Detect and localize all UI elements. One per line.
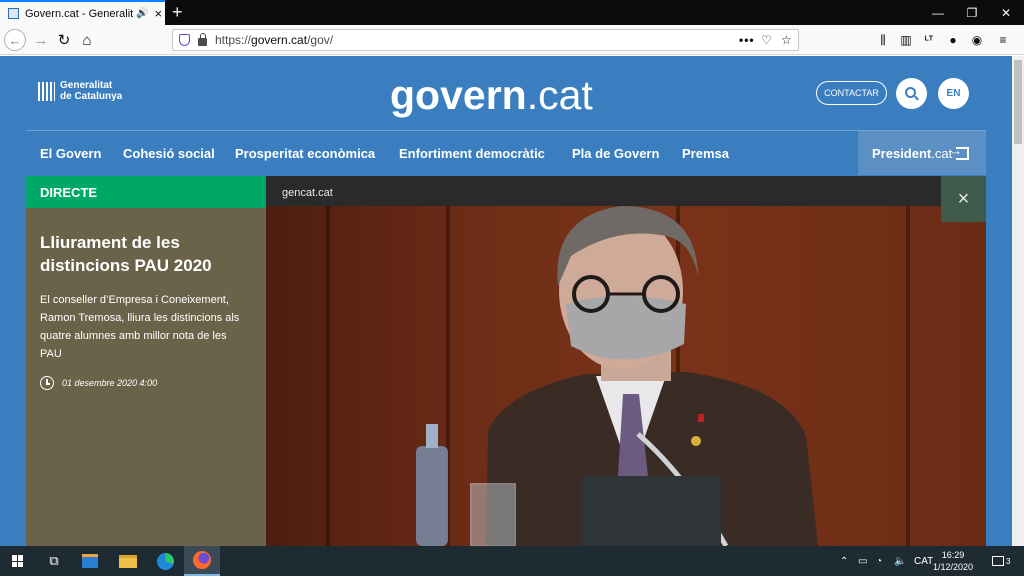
windows-logo-icon xyxy=(12,555,24,567)
chevron-up-icon: ⌃ xyxy=(840,555,849,567)
sidebar-icon[interactable]: ▥ xyxy=(895,29,917,51)
main-navigation: El Govern Cohesió social Prosperitat eco… xyxy=(26,130,986,175)
close-video-button[interactable]: × xyxy=(941,176,986,222)
account-icon[interactable]: ◉ xyxy=(966,29,988,51)
tracking-protection-shield-icon[interactable] xyxy=(179,34,190,46)
back-button[interactable]: ← xyxy=(4,29,26,51)
window-close-button[interactable]: ✕ xyxy=(988,0,1024,25)
president-cat-link[interactable]: President .cat xyxy=(858,131,986,175)
address-bar[interactable]: https://govern.cat/gov/ ••• ♡ ☆ xyxy=(172,29,799,51)
president-label: President xyxy=(872,145,932,161)
scrollbar-thumb[interactable] xyxy=(1014,60,1022,144)
live-event-panel[interactable]: DIRECTE Lliurament de les distincions PA… xyxy=(26,176,266,546)
folder-icon xyxy=(119,554,137,568)
taskbar-date: 1/12/2020 xyxy=(932,562,974,572)
taskbar-clock[interactable]: 16:29 1/12/2020 xyxy=(928,549,978,573)
external-link-icon xyxy=(949,143,970,160)
close-icon: × xyxy=(957,187,970,210)
nav-item-enfortiment-democratic[interactable]: Enfortiment democràtic xyxy=(399,131,545,175)
notification-icon xyxy=(992,556,1004,566)
brand-bold: govern xyxy=(390,72,527,118)
live-badge: DIRECTE xyxy=(26,176,266,208)
bookmark-star-icon[interactable]: ☆ xyxy=(781,30,792,50)
show-hidden-icons-button[interactable]: ⌃ xyxy=(840,546,848,576)
nav-item-prosperitat-economica[interactable]: Prosperitat econòmica xyxy=(235,131,375,175)
nav-item-cohesio-social[interactable]: Cohesió social xyxy=(123,131,215,175)
action-center-button[interactable]: 3 xyxy=(992,546,1010,576)
url-text[interactable]: https://govern.cat/gov/ xyxy=(215,33,333,47)
tab-title: Govern.cat - Generalitat de Catalunya xyxy=(25,7,133,20)
nav-item-premsa[interactable]: Premsa xyxy=(682,131,729,175)
window-minimize-button[interactable]: — xyxy=(920,0,956,25)
taskbar-time: 16:29 xyxy=(941,550,965,560)
reload-button[interactable]: ↻ xyxy=(53,29,75,51)
search-button[interactable] xyxy=(896,78,927,109)
language-button[interactable]: EN xyxy=(938,78,969,109)
live-event-date: 01 desembre 2020 4:00 xyxy=(62,378,158,388)
volume-icon[interactable]: 🔈 xyxy=(894,546,906,576)
contact-button[interactable]: CONTACTAR xyxy=(816,81,887,105)
page-actions-menu-icon[interactable]: ••• xyxy=(739,30,755,50)
live-event-title[interactable]: Lliurament de les distincions PAU 2020 xyxy=(40,231,255,277)
firefox-icon xyxy=(193,551,211,569)
reload-icon: ↻ xyxy=(57,32,71,49)
browser-toolbar: ← → ↻ ⌂ https://govern.cat/gov/ ••• ♡ ☆ … xyxy=(0,25,1024,55)
window-restore-button[interactable]: ❐ xyxy=(954,0,990,25)
tab-close-icon[interactable]: × xyxy=(154,6,162,21)
generalitat-bars-icon xyxy=(38,81,55,101)
taskbar-file-explorer[interactable] xyxy=(110,546,146,576)
menu-hamburger-icon[interactable]: ≡ xyxy=(992,29,1014,51)
notification-count: 3 xyxy=(1006,556,1011,566)
new-tab-button[interactable]: + xyxy=(172,2,183,22)
library-icon[interactable]: ⫼ xyxy=(872,29,894,51)
translate-extension-icon[interactable]: ᴸᵀ xyxy=(918,29,940,51)
generalitat-logo[interactable]: Generalitat de Catalunya xyxy=(38,80,122,102)
network-icon[interactable]: ◔ xyxy=(876,546,882,576)
arrow-left-icon: ← xyxy=(8,32,22,48)
govern-cat-brand[interactable]: govern.cat xyxy=(390,72,593,118)
lock-icon[interactable] xyxy=(198,33,207,46)
video-header-bar: gencat.cat xyxy=(266,176,986,206)
browser-tab-strip: Govern.cat - Generalitat de Catalunya 🔊 … xyxy=(0,0,1024,25)
start-button[interactable] xyxy=(0,546,36,576)
pocket-icon[interactable]: ♡ xyxy=(761,30,772,50)
nav-item-el-govern[interactable]: El Govern xyxy=(40,131,101,175)
brand-light: .cat xyxy=(526,72,593,118)
speaker-video-frame xyxy=(416,206,818,546)
home-button[interactable]: ⌂ xyxy=(76,29,98,51)
live-event-date-row: 01 desembre 2020 4:00 xyxy=(40,376,157,390)
taskbar-firefox[interactable] xyxy=(184,546,220,576)
task-view-button[interactable]: ⧉ xyxy=(36,546,72,576)
store-bag-icon xyxy=(82,554,98,568)
taskbar-edge[interactable] xyxy=(147,546,183,576)
logo-line-1: Generalitat xyxy=(60,80,113,91)
taskbar-store[interactable] xyxy=(72,546,108,576)
windows-taskbar: ⧉ ⌃ ▭ ◔ 🔈 CAT 16:29 1/12/2020 3 xyxy=(0,546,1024,576)
nav-item-pla-de-govern[interactable]: Pla de Govern xyxy=(572,131,659,175)
clock-icon xyxy=(40,376,54,390)
govern-website: Generalitat de Catalunya govern.cat CONT… xyxy=(0,56,1012,546)
home-icon: ⌂ xyxy=(82,31,92,49)
video-source-label: gencat.cat xyxy=(282,187,333,199)
extension-icon[interactable]: ● xyxy=(942,29,964,51)
govern-favicon-icon xyxy=(8,8,19,19)
live-event-description: El conseller d’Empresa i Coneixement, Ra… xyxy=(40,294,240,360)
arrow-right-icon: → xyxy=(33,31,49,49)
speaker-icon[interactable]: 🔊 xyxy=(136,8,148,19)
forward-button[interactable]: → xyxy=(30,29,52,51)
browser-tab[interactable]: Govern.cat - Generalitat de Catalunya 🔊 … xyxy=(0,0,165,25)
logo-line-2: de Catalunya xyxy=(60,91,123,102)
live-video-player[interactable]: gencat.cat × xyxy=(266,176,986,546)
task-view-icon: ⧉ xyxy=(49,553,59,568)
edge-icon xyxy=(156,552,174,570)
page-scrollbar[interactable] xyxy=(1012,56,1024,546)
battery-icon[interactable]: ▭ xyxy=(858,546,867,576)
search-icon xyxy=(905,87,916,98)
